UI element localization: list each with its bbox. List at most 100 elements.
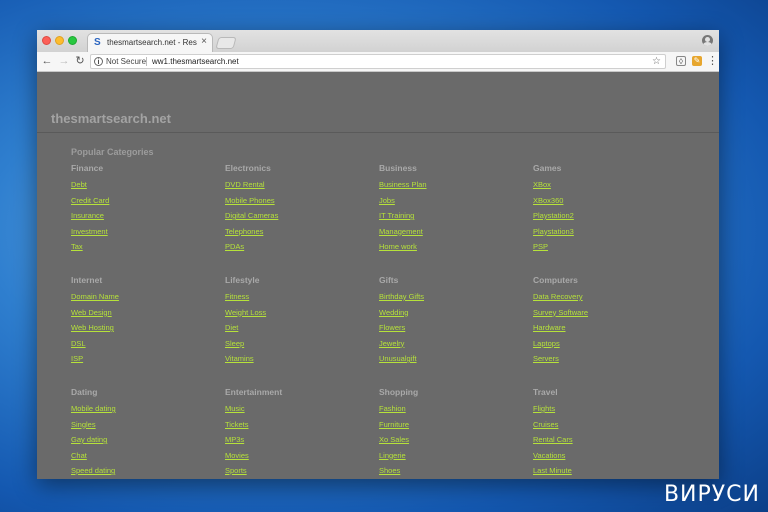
category-link[interactable]: Servers xyxy=(533,354,687,364)
category-link[interactable]: XBox360 xyxy=(533,196,687,206)
category-link[interactable]: Music xyxy=(225,404,379,414)
category-link[interactable]: Jewelry xyxy=(379,339,533,349)
window-close-button[interactable] xyxy=(42,36,51,45)
category-link[interactable]: Domain Name xyxy=(71,292,225,302)
header-divider xyxy=(37,132,719,133)
category-link[interactable]: Gay dating xyxy=(71,435,225,445)
category-link[interactable]: Mobile Phones xyxy=(225,196,379,206)
profile-icon[interactable] xyxy=(702,35,713,46)
category-heading: Finance xyxy=(71,163,104,173)
category-link[interactable]: Shoes xyxy=(379,466,533,476)
category-link[interactable]: Speed dating xyxy=(71,466,225,476)
category-link[interactable]: Investment xyxy=(71,227,225,237)
category-link[interactable]: Vitamins xyxy=(225,354,379,364)
category-link[interactable]: Mobile dating xyxy=(71,404,225,414)
category-link[interactable]: Birthday Gifts xyxy=(379,292,533,302)
category-link[interactable]: DSL xyxy=(71,339,225,349)
new-tab-button[interactable] xyxy=(215,37,237,49)
category-link[interactable]: Survey Software xyxy=(533,308,687,318)
category-link[interactable]: Tax xyxy=(71,242,225,252)
category-link[interactable]: Lingerie xyxy=(379,451,533,461)
category-link[interactable]: ISP xyxy=(71,354,225,364)
category-block: Travel Flights Cruises Rental Cars Vacations… xyxy=(533,387,687,479)
browser-tab[interactable]: S thesmartsearch.net - Resource × xyxy=(87,33,213,52)
category-link[interactable]: PSP xyxy=(533,242,687,252)
category-block: Shopping Fashion Furniture Xo Sales Lingerie… xyxy=(379,387,533,479)
category-link[interactable]: Hardware xyxy=(533,323,687,333)
category-link[interactable]: DVD Rental xyxy=(225,180,379,190)
category-link[interactable]: Business Plan xyxy=(379,180,533,190)
category-link[interactable]: Fitness xyxy=(225,292,379,302)
category-link[interactable]: Fashion xyxy=(379,404,533,414)
category-link[interactable]: Flights xyxy=(533,404,687,414)
tab-title: thesmartsearch.net - Resource xyxy=(107,38,197,47)
reload-icon[interactable]: ↻ xyxy=(73,54,87,68)
category-heading: Gifts xyxy=(379,275,399,285)
category-link[interactable]: Insurance xyxy=(71,211,225,221)
category-link[interactable]: Diet xyxy=(225,323,379,333)
category-link[interactable]: Xo Sales xyxy=(379,435,533,445)
category-link[interactable]: Unusualgift xyxy=(379,354,533,364)
tab-bar: S thesmartsearch.net - Resource × xyxy=(37,30,719,52)
category-link[interactable]: Singles xyxy=(71,420,225,430)
category-link[interactable]: Data Recovery xyxy=(533,292,687,302)
info-icon[interactable]: i xyxy=(94,57,103,66)
security-label[interactable]: Not Secure xyxy=(106,56,146,68)
bookmark-star-icon[interactable]: ☆ xyxy=(652,56,661,68)
category-link[interactable]: Chat xyxy=(71,451,225,461)
extension-edit-icon[interactable]: ✎ xyxy=(692,56,702,66)
category-heading: Games xyxy=(533,163,562,173)
category-link[interactable]: Management xyxy=(379,227,533,237)
category-link[interactable]: IT Training xyxy=(379,211,533,221)
category-link[interactable]: MP3s xyxy=(225,435,379,445)
category-block: Internet Domain Name Web Design Web Hosting… xyxy=(71,275,225,371)
forward-arrow-icon[interactable]: → xyxy=(57,54,71,68)
category-link[interactable]: Playstation3 xyxy=(533,227,687,237)
category-link[interactable]: Sports xyxy=(225,466,379,476)
url-text[interactable]: ww1.thesmartsearch.net xyxy=(152,56,239,68)
category-heading: Travel xyxy=(533,387,558,397)
category-link[interactable]: Sleep xyxy=(225,339,379,349)
browser-toolbar: ← → ↻ i Not Secure ww1.thesmartsearch.ne… xyxy=(37,52,719,72)
address-bar[interactable]: i Not Secure ww1.thesmartsearch.net ☆ xyxy=(90,54,666,69)
category-link[interactable]: PDAs xyxy=(225,242,379,252)
category-link[interactable]: Jobs xyxy=(379,196,533,206)
category-heading: Internet xyxy=(71,275,103,285)
category-link[interactable]: XBox xyxy=(533,180,687,190)
category-link[interactable]: Cruises xyxy=(533,420,687,430)
window-maximize-button[interactable] xyxy=(68,36,77,45)
category-link[interactable]: Web Hosting xyxy=(71,323,225,333)
category-link[interactable]: Digital Cameras xyxy=(225,211,379,221)
category-link[interactable]: Wedding xyxy=(379,308,533,318)
page-content: thesmartsearch.net Popular Categories Fi… xyxy=(37,72,719,479)
category-link[interactable]: Web Design xyxy=(71,308,225,318)
category-link[interactable]: Credit Card xyxy=(71,196,225,206)
category-link[interactable]: Debt xyxy=(71,180,225,190)
category-block: Business Business Plan Jobs IT Training Mana… xyxy=(379,163,533,259)
extension-shield-icon[interactable]: ◊ xyxy=(676,56,686,66)
tab-close-icon[interactable]: × xyxy=(201,37,207,47)
category-heading: Electronics xyxy=(225,163,271,173)
category-link[interactable]: Home work xyxy=(379,242,533,252)
popular-categories-heading: Popular Categories xyxy=(71,147,154,157)
category-heading: Business xyxy=(379,163,417,173)
category-link[interactable]: Movies xyxy=(225,451,379,461)
category-link[interactable]: Rental Cars xyxy=(533,435,687,445)
category-link[interactable]: Vacations xyxy=(533,451,687,461)
category-heading: Computers xyxy=(533,275,578,285)
category-link[interactable]: Furniture xyxy=(379,420,533,430)
category-link[interactable]: Playstation2 xyxy=(533,211,687,221)
category-link[interactable]: Weight Loss xyxy=(225,308,379,318)
window-minimize-button[interactable] xyxy=(55,36,64,45)
category-block: Electronics DVD Rental Mobile Phones Digita… xyxy=(225,163,379,259)
back-arrow-icon[interactable]: ← xyxy=(40,54,54,68)
site-favicon-icon: S xyxy=(94,37,101,48)
browser-menu-icon[interactable]: ⋮ xyxy=(707,55,718,67)
category-link[interactable]: Last Minute xyxy=(533,466,687,476)
category-block: Gifts Birthday Gifts Wedding Flowers Jewelry… xyxy=(379,275,533,371)
category-link[interactable]: Flowers xyxy=(379,323,533,333)
category-heading: Lifestyle xyxy=(225,275,260,285)
category-link[interactable]: Telephones xyxy=(225,227,379,237)
category-link[interactable]: Tickets xyxy=(225,420,379,430)
category-link[interactable]: Laptops xyxy=(533,339,687,349)
